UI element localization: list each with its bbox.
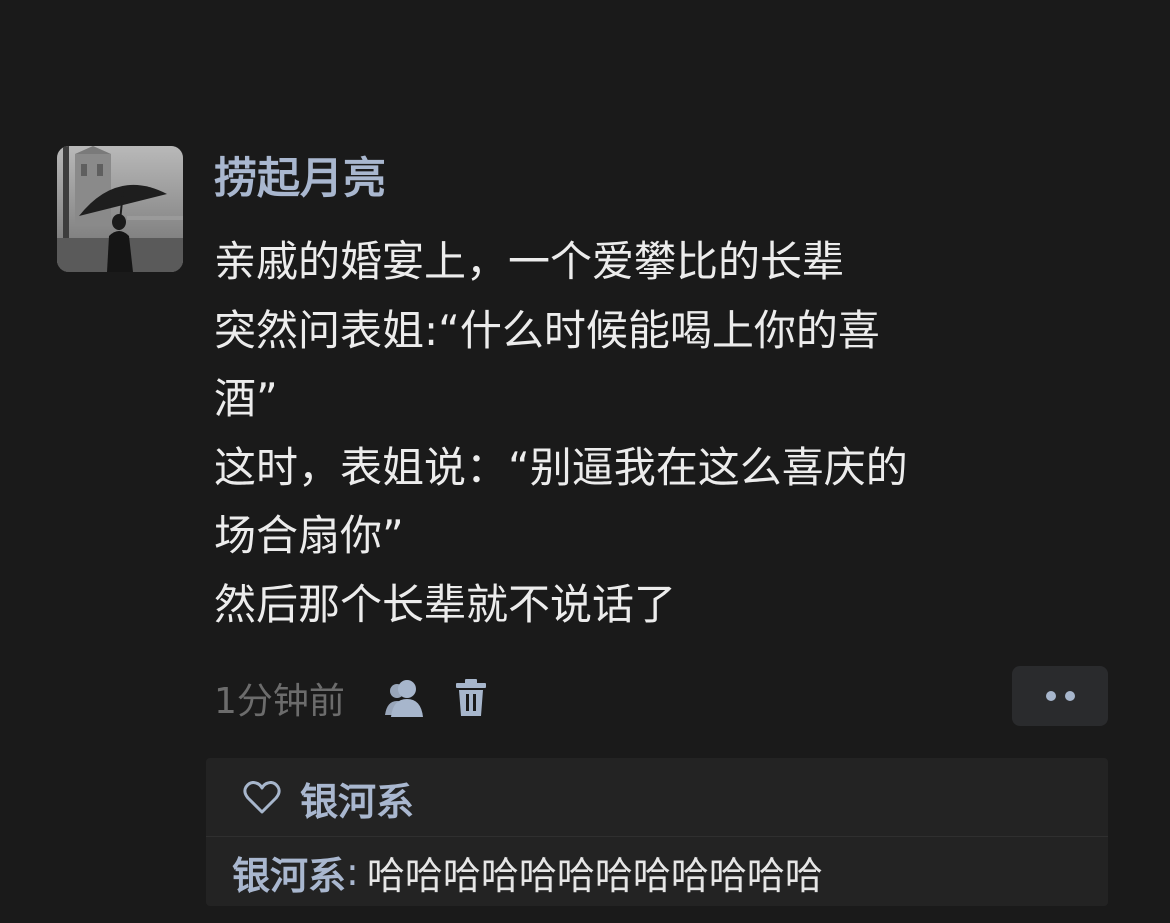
comment-item[interactable]: 银河系 : 哈哈哈哈哈哈哈哈哈哈哈哈 xyxy=(232,846,823,898)
post-line: 然后那个长辈就不说话了 xyxy=(214,579,677,629)
divider xyxy=(206,836,1108,837)
author-name[interactable]: 捞起月亮 xyxy=(214,150,386,208)
more-dot xyxy=(1045,691,1056,701)
liker-name[interactable]: 银河系 xyxy=(300,771,414,826)
avatar[interactable] xyxy=(57,146,183,272)
post-line: 场合扇你” xyxy=(214,511,404,560)
comment-separator: : xyxy=(346,850,359,894)
likes-comments-panel: 银河系 银河系 : 哈哈哈哈哈哈哈哈哈哈哈哈 xyxy=(206,758,1108,906)
comment-text: 哈哈哈哈哈哈哈哈哈哈哈哈 xyxy=(366,853,823,898)
likes-row: 银河系 xyxy=(242,772,414,824)
post-line: 这时，表姐说：“别逼我在这么喜庆的 xyxy=(214,442,908,492)
more-options-button[interactable] xyxy=(1012,666,1108,726)
avatar-image xyxy=(57,146,183,272)
trash-icon[interactable] xyxy=(453,675,489,721)
post-content: 亲戚的婚宴上，一个爱攀比的长辈 突然问表姐:“什么时候能喝上你的喜 酒” 这时，… xyxy=(214,228,1094,639)
heart-icon xyxy=(242,778,282,818)
post-timestamp: 1分钟前 xyxy=(214,681,345,722)
people-icon[interactable] xyxy=(383,675,429,721)
post-line: 亲戚的婚宴上，一个爱攀比的长辈 xyxy=(214,237,845,286)
post-line: 酒” xyxy=(214,374,278,423)
post-meta: 1分钟前 xyxy=(214,670,489,726)
post-line: 突然问表姐:“什么时候能喝上你的喜 xyxy=(214,305,880,355)
comment-author[interactable]: 银河系 xyxy=(232,845,346,900)
more-dot xyxy=(1064,691,1075,701)
